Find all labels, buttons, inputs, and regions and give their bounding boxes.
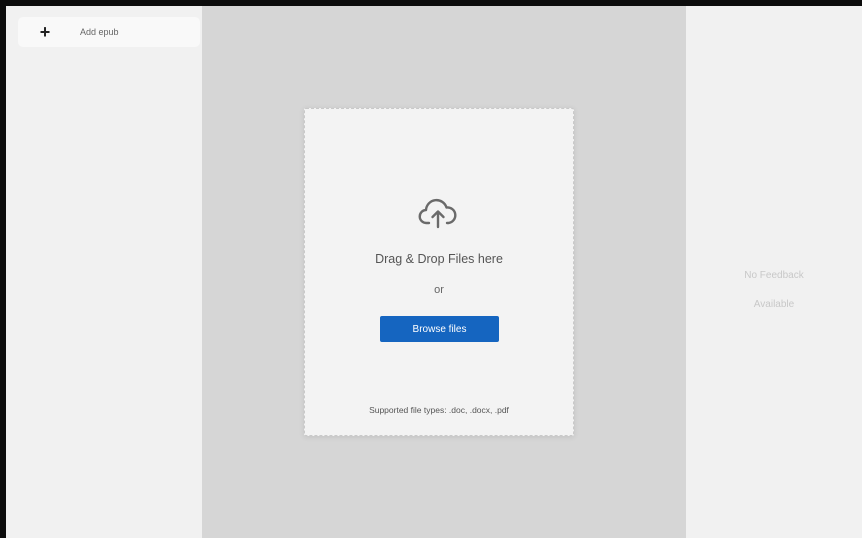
app-window: + Add epub Drag & Drop Files here or Bro… xyxy=(6,6,862,538)
left-sidebar: + Add epub xyxy=(6,6,202,538)
plus-icon: + xyxy=(39,22,51,42)
drop-zone[interactable]: Drag & Drop Files here or Browse files S… xyxy=(304,108,574,436)
add-epub-button[interactable]: + Add epub xyxy=(18,17,200,47)
upload-area: Drag & Drop Files here or Browse files S… xyxy=(202,6,686,538)
no-feedback-line2: Available xyxy=(753,299,795,310)
or-text: or xyxy=(434,284,444,296)
browse-files-button[interactable]: Browse files xyxy=(380,316,499,342)
no-feedback-line1: No Feedback xyxy=(744,270,804,281)
feedback-panel: No Feedback Available xyxy=(686,6,862,538)
drag-drop-text: Drag & Drop Files here xyxy=(375,252,503,266)
no-feedback-message: No Feedback Available xyxy=(686,261,862,319)
supported-file-types: Supported file types: .doc, .docx, .pdf xyxy=(369,405,509,415)
cloud-upload-icon xyxy=(418,198,457,229)
add-epub-label: Add epub xyxy=(80,27,119,37)
